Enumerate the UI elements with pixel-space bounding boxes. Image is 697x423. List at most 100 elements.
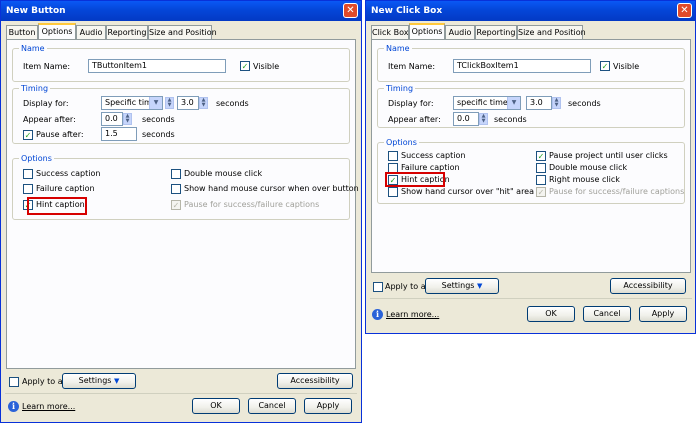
item-name-input[interactable]: TButtonItem1 <box>88 59 226 73</box>
ok-button[interactable]: OK <box>192 398 240 414</box>
timing-group: Timing Display for: Specific time ▼ ▲ ▼ 3… <box>12 83 350 144</box>
double-click-checkbox[interactable] <box>171 169 181 179</box>
info-icon: i <box>8 401 19 412</box>
accessibility-button[interactable]: Accessibility <box>610 278 686 294</box>
options-group: Options Success caption Failure caption … <box>12 153 359 220</box>
dialog-title: New Button <box>1 1 361 21</box>
new-button-dialog: New Button ✕ Button Options Audio Report… <box>0 0 362 423</box>
pause-sf-checkbox: ✓ <box>536 187 546 197</box>
close-icon[interactable]: ✕ <box>677 3 692 18</box>
name-legend: Name <box>384 43 412 54</box>
ok-button[interactable]: OK <box>527 306 575 322</box>
pause-after-checkbox[interactable]: ✓ <box>23 130 33 140</box>
pause-sf-label: Pause for success/failure captions <box>184 200 320 209</box>
display-for-number-input[interactable]: 3.0 <box>177 96 199 110</box>
settings-button[interactable]: Settings ▼ <box>62 373 136 389</box>
hand-cursor-checkbox[interactable] <box>388 187 398 197</box>
visible-label: Visible <box>613 62 640 71</box>
appear-after-spin[interactable]: ▲ ▼ <box>479 113 488 125</box>
options-panel: Name Item Name: TButtonItem1 ✓ Visible T… <box>6 39 359 369</box>
pause-project-label: Pause project until user clicks <box>549 151 668 160</box>
display-for-value: specific time <box>457 98 508 107</box>
pause-after-input[interactable]: 1.5 <box>101 127 137 141</box>
appear-after-spin[interactable]: ▲ ▼ <box>123 113 132 125</box>
tab-options[interactable]: Options <box>38 23 76 39</box>
failure-caption-checkbox[interactable] <box>23 184 33 194</box>
tab-audio[interactable]: Audio <box>445 25 475 39</box>
item-name-label: Item Name: <box>388 62 436 71</box>
item-name-input[interactable]: TClickBoxItem1 <box>453 59 591 73</box>
hand-cursor-label: Show hand mouse cursor when over button <box>184 184 359 193</box>
success-caption-checkbox[interactable] <box>23 169 33 179</box>
appear-after-input[interactable]: 0.0 <box>453 112 479 126</box>
accessibility-button[interactable]: Accessibility <box>277 373 353 389</box>
display-for-label: Display for: <box>23 99 69 108</box>
display-for-select[interactable]: specific time ▼ <box>453 96 521 110</box>
hand-cursor-checkbox[interactable] <box>171 184 181 194</box>
display-number-spin[interactable]: ▲ ▼ <box>199 97 208 109</box>
timing-legend: Timing <box>19 83 51 94</box>
name-group: Name Item Name: TButtonItem1 ✓ Visible <box>12 43 350 82</box>
apply-to-all-checkbox[interactable] <box>9 377 19 387</box>
apply-button[interactable]: Apply <box>304 398 352 414</box>
double-click-label: Double mouse click <box>184 169 263 178</box>
success-caption-label: Success caption <box>36 169 101 178</box>
appear-after-label: Appear after: <box>23 115 76 124</box>
tab-reporting[interactable]: Reporting <box>106 25 148 39</box>
tab-audio[interactable]: Audio <box>76 25 106 39</box>
chevron-down-icon: ▼ <box>476 282 483 290</box>
tab-reporting[interactable]: Reporting <box>475 25 517 39</box>
right-click-label: Right mouse click <box>549 175 620 184</box>
failure-caption-label: Failure caption <box>36 184 95 193</box>
footer-separator <box>370 298 692 299</box>
options-legend: Options <box>384 137 419 148</box>
appear-after-input[interactable]: 0.0 <box>101 112 123 126</box>
settings-label: Settings <box>78 376 112 385</box>
apply-to-all-checkbox[interactable] <box>373 282 383 292</box>
learn-more-link[interactable]: Learn more... <box>386 309 439 320</box>
tab-options[interactable]: Options <box>409 23 445 39</box>
appear-seconds-label: seconds <box>494 115 527 124</box>
learn-more-link[interactable]: Learn more... <box>22 401 75 412</box>
pause-project-checkbox[interactable]: ✓ <box>536 151 546 161</box>
display-for-number-input[interactable]: 3.0 <box>526 96 552 110</box>
cancel-button[interactable]: Cancel <box>248 398 296 414</box>
appear-after-label: Appear after: <box>388 115 441 124</box>
options-group: Options Success caption Failure caption … <box>377 137 685 204</box>
display-seconds-label: seconds <box>568 99 601 108</box>
success-caption-label: Success caption <box>401 151 466 160</box>
apply-button[interactable]: Apply <box>639 306 687 322</box>
right-click-checkbox[interactable] <box>536 175 546 185</box>
tab-size-and-position[interactable]: Size and Position <box>517 25 586 39</box>
visible-checkbox[interactable]: ✓ <box>600 61 610 71</box>
appear-seconds-label: seconds <box>142 115 175 124</box>
dialog-title: New Click Box <box>366 1 695 21</box>
success-caption-checkbox[interactable] <box>388 151 398 161</box>
pause-sf-label: Pause for success/failure captions <box>549 187 685 196</box>
name-group: Name Item Name: TClickBoxItem1 ✓ Visible <box>377 43 685 82</box>
chevron-down-icon[interactable]: ▼ <box>149 97 162 109</box>
visible-checkbox[interactable]: ✓ <box>240 61 250 71</box>
apply-to-all-label: Apply to all <box>22 377 68 386</box>
display-seconds-label: seconds <box>216 99 249 108</box>
hand-cursor-label: Show hand cursor over "hit" area <box>401 187 534 196</box>
cancel-button[interactable]: Cancel <box>583 306 631 322</box>
pause-after-label: Pause after: <box>36 130 84 139</box>
display-number-spin[interactable]: ▲ ▼ <box>552 97 561 109</box>
double-click-checkbox[interactable] <box>536 163 546 173</box>
tab-size-and-position[interactable]: Size and Position <box>148 25 217 39</box>
tab-click-box[interactable]: Click Box <box>371 25 409 39</box>
options-legend: Options <box>19 153 54 164</box>
display-down-spin[interactable]: ▲ ▼ <box>165 97 174 109</box>
chevron-down-icon[interactable]: ▼ <box>507 97 520 109</box>
tab-button[interactable]: Button <box>6 25 38 39</box>
pause-sf-checkbox: ✓ <box>171 200 181 210</box>
display-for-select[interactable]: Specific time ▼ <box>101 96 163 110</box>
settings-button[interactable]: Settings ▼ <box>425 278 499 294</box>
options-panel: Name Item Name: TClickBoxItem1 ✓ Visible… <box>371 39 691 273</box>
hint-caption-highlight <box>385 172 445 187</box>
display-for-label: Display for: <box>388 99 434 108</box>
chevron-down-icon: ▼ <box>113 377 120 385</box>
close-icon[interactable]: ✕ <box>343 3 358 18</box>
double-click-label: Double mouse click <box>549 163 628 172</box>
